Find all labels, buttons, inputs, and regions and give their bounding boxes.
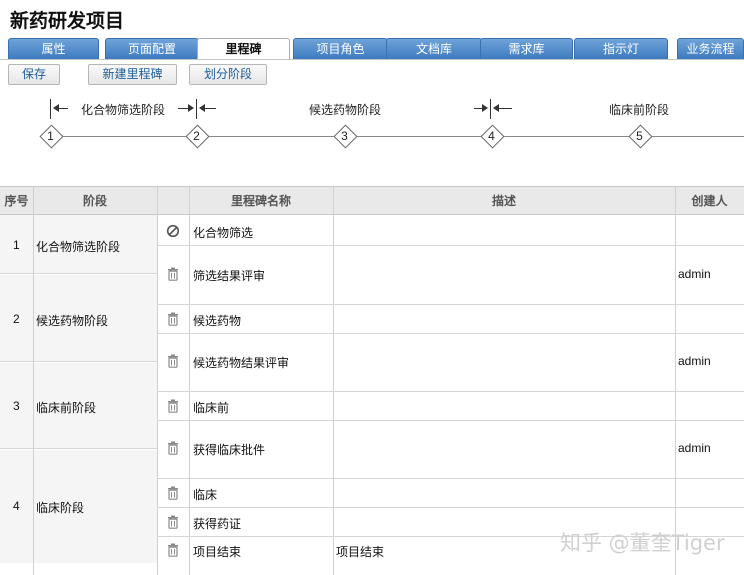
milestone-name[interactable]: 候选药物结果评审	[193, 354, 289, 371]
milestone-description: 项目结束	[336, 545, 385, 559]
milestone-name[interactable]: 项目结束	[193, 543, 241, 560]
arrow-right-icon	[188, 104, 194, 112]
creator: admin	[678, 441, 711, 455]
column-divider	[333, 187, 334, 575]
column-header-action	[157, 187, 189, 215]
column-divider	[157, 187, 158, 575]
column-divider	[189, 187, 190, 575]
tab-project-roles[interactable]: 项目角色	[293, 38, 388, 59]
column-header-phase[interactable]: 阶段	[33, 187, 157, 215]
milestone-name[interactable]: 候选药物	[193, 312, 241, 329]
trash-icon[interactable]	[166, 441, 180, 455]
milestone-number: 3	[341, 129, 348, 143]
milestone-name[interactable]: 化合物筛选	[193, 224, 253, 241]
phase-name: 临床阶段	[36, 501, 85, 515]
row-index: 3	[13, 399, 20, 413]
phase-label: 候选药物阶段	[309, 103, 382, 117]
table-row[interactable]	[157, 392, 744, 421]
phase-boundary	[196, 99, 197, 119]
column-header-index[interactable]: 序号	[0, 187, 33, 215]
phase-label: 临床前阶段	[609, 103, 670, 117]
trash-icon[interactable]	[166, 354, 180, 368]
tab-divider	[0, 59, 744, 60]
phase-span-line	[58, 108, 68, 109]
column-header-creator[interactable]: 创建人	[675, 187, 744, 215]
watermark: 知乎 @董奎Tiger	[560, 531, 725, 555]
column-divider	[675, 187, 676, 575]
tab-bar: 属性 页面配置 里程碑 项目角色 文档库 需求库 指示灯 业务流程	[8, 38, 744, 60]
tab-requirements[interactable]: 需求库	[480, 38, 573, 59]
tab-indicators[interactable]: 指示灯	[574, 38, 668, 59]
tab-page-config[interactable]: 页面配置	[105, 38, 199, 59]
phase-name: 化合物筛选阶段	[36, 240, 121, 254]
milestone-name[interactable]: 临床前	[193, 399, 229, 416]
trash-icon[interactable]	[166, 399, 180, 413]
trash-icon[interactable]	[166, 486, 180, 500]
trash-icon[interactable]	[166, 515, 180, 529]
save-button[interactable]: 保存	[8, 64, 60, 85]
phase-label: 化合物筛选阶段	[81, 103, 166, 117]
milestone-table: 序号 阶段 里程碑名称 描述 创建人 1 化合物筛选阶段 2 候选药物阶段 3 …	[0, 186, 744, 575]
milestone-timeline: 化合物筛选阶段 候选药物阶段 临床前阶段 1 2 3 4 5	[0, 90, 744, 185]
phase-name: 候选药物阶段	[36, 314, 109, 328]
column-header-description[interactable]: 描述	[333, 187, 675, 215]
column-divider	[33, 187, 34, 575]
new-milestone-button[interactable]: 新建里程碑	[88, 64, 177, 85]
creator: admin	[678, 267, 711, 281]
trash-icon[interactable]	[166, 267, 180, 281]
trash-icon[interactable]	[166, 312, 180, 326]
tab-document-library[interactable]: 文档库	[386, 38, 482, 59]
arrow-right-icon	[482, 104, 488, 112]
creator: admin	[678, 354, 711, 368]
phase-name: 临床前阶段	[36, 401, 97, 415]
row-index: 1	[13, 238, 20, 252]
milestone-name[interactable]: 筛选结果评审	[193, 267, 265, 284]
phase-boundary	[490, 99, 491, 119]
milestone-number: 5	[636, 129, 643, 143]
phase-span-line	[474, 108, 482, 109]
table-row[interactable]	[157, 305, 744, 334]
trash-icon[interactable]	[166, 543, 180, 557]
row-index: 2	[13, 312, 20, 326]
ban-icon[interactable]	[166, 224, 180, 238]
milestone-number: 2	[193, 129, 200, 143]
table-row[interactable]	[157, 479, 744, 508]
row-index: 4	[13, 499, 20, 513]
page-title: 新药研发项目	[10, 11, 125, 32]
milestone-name[interactable]: 获得临床批件	[193, 441, 265, 458]
milestone-name[interactable]: 临床	[193, 486, 217, 503]
divide-phase-button[interactable]: 划分阶段	[189, 64, 267, 85]
milestone-number: 4	[488, 129, 495, 143]
tab-milestones[interactable]: 里程碑	[197, 38, 290, 60]
tab-business-process[interactable]: 业务流程	[677, 38, 744, 59]
milestone-name[interactable]: 获得药证	[193, 515, 241, 532]
milestone-number: 1	[47, 129, 54, 143]
phase-span-line	[204, 108, 216, 109]
phase-boundary	[50, 99, 51, 119]
tab-properties[interactable]: 属性	[8, 38, 99, 59]
phase-span-line	[178, 108, 188, 109]
column-header-name[interactable]: 里程碑名称	[189, 187, 333, 215]
phase-span-line	[498, 108, 512, 109]
